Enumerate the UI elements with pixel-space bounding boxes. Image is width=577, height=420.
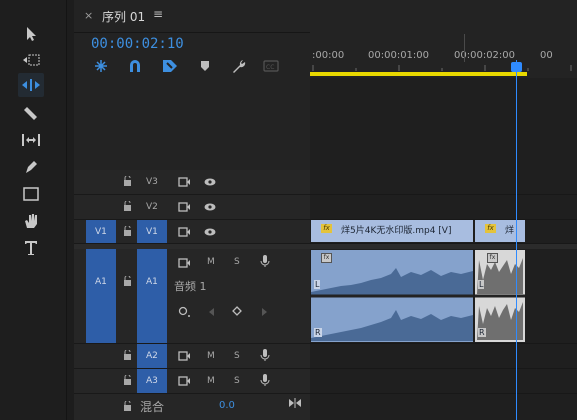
tab-bar: [74, 0, 577, 33]
lock-icon[interactable]: [123, 175, 132, 189]
track-header-a1: A1 A1 M S 音频 1: [74, 249, 310, 344]
solo-button[interactable]: S: [234, 351, 240, 361]
track-header-blank: [74, 78, 310, 170]
tab-close-button[interactable]: ×: [84, 9, 93, 22]
snap-magnet-icon[interactable]: [126, 58, 144, 74]
svg-text:CC: CC: [266, 64, 274, 71]
settings-wrench-icon[interactable]: [229, 58, 247, 74]
channel-label: R: [478, 328, 486, 337]
tab-menu-icon[interactable]: ≡: [153, 7, 163, 21]
track-lane-v2[interactable]: [310, 195, 577, 220]
pen-tool-icon[interactable]: [18, 155, 44, 179]
playhead-line[interactable]: [516, 60, 517, 420]
eye-icon[interactable]: [204, 178, 216, 189]
track-lane-a2[interactable]: [310, 344, 577, 369]
mix-label: 混合: [140, 400, 165, 414]
tab-sequence-title[interactable]: 序列 01: [102, 8, 145, 25]
fx-badge: fx: [485, 224, 496, 233]
mute-button[interactable]: M: [207, 351, 215, 361]
track-label[interactable]: V2: [146, 202, 158, 212]
hand-tool-icon[interactable]: [18, 209, 44, 233]
eye-icon[interactable]: [204, 228, 216, 239]
toggle-sync-icon[interactable]: [178, 202, 190, 215]
microphone-icon[interactable]: [260, 348, 270, 365]
track-header-v2: V2: [74, 195, 310, 220]
lock-icon[interactable]: [123, 225, 132, 239]
playhead-handle[interactable]: [511, 62, 522, 72]
lock-icon[interactable]: [123, 275, 132, 289]
toggle-sync-icon[interactable]: [178, 258, 190, 271]
track-header-mix: 混合 0.0: [74, 394, 310, 420]
rectangle-tool-icon[interactable]: [18, 182, 44, 206]
next-keyframe-icon[interactable]: [260, 307, 268, 320]
slip-tool-icon[interactable]: [18, 128, 44, 152]
previous-keyframe-icon[interactable]: [208, 307, 216, 320]
add-keyframe-icon[interactable]: [232, 306, 242, 319]
ripple-edit-tool-icon[interactable]: [18, 73, 44, 97]
clip-label: 烊5片4K无水印版.mp4 [V]: [341, 226, 452, 236]
razor-tool-icon[interactable]: [18, 101, 44, 125]
track-header-a2: A2 M S: [74, 344, 310, 369]
ruler-label: 00: [540, 50, 553, 61]
fx-badge: fx: [487, 253, 498, 263]
linked-selection-icon[interactable]: [161, 58, 179, 74]
lock-icon[interactable]: [123, 374, 132, 388]
waveform: [311, 250, 473, 342]
audio-clip[interactable]: fx L R: [475, 250, 525, 342]
channel-label: L: [314, 280, 321, 289]
ruler-marker-line: [464, 34, 465, 62]
channel-label: L: [478, 280, 485, 289]
track-select-tool-icon[interactable]: [18, 48, 44, 72]
channel-label: R: [314, 328, 322, 337]
eye-icon[interactable]: [204, 203, 216, 214]
track-header-v1: V1 V1: [74, 220, 310, 244]
track-lane-a3[interactable]: [310, 369, 577, 394]
audio-clip[interactable]: fx L R: [311, 250, 473, 342]
microphone-icon[interactable]: [260, 373, 270, 390]
toggle-sync-icon[interactable]: [178, 177, 190, 190]
type-tool-icon[interactable]: [18, 236, 44, 260]
captions-icon[interactable]: CC: [262, 58, 280, 74]
fx-badge: fx: [321, 253, 332, 263]
lock-icon[interactable]: [123, 200, 132, 214]
toggle-sync-icon[interactable]: [178, 376, 190, 389]
mute-button[interactable]: M: [207, 376, 215, 386]
track-header-a3: A3 M S: [74, 369, 310, 394]
toggle-sync-icon[interactable]: [178, 227, 190, 240]
video-clip[interactable]: fx 烊5片4K无水印版.mp4 [V]: [311, 220, 473, 242]
track-lane-v3[interactable]: [310, 170, 577, 195]
toggle-sync-icon[interactable]: [178, 351, 190, 364]
track-target-a1[interactable]: A1: [137, 249, 167, 343]
track-target-v1[interactable]: V1: [137, 220, 167, 243]
track-lane-mix[interactable]: [310, 394, 577, 420]
keyframe-toggle-icon[interactable]: [178, 306, 192, 321]
solo-button[interactable]: S: [234, 257, 240, 267]
solo-button[interactable]: S: [234, 376, 240, 386]
fx-badge: fx: [321, 224, 332, 233]
mix-volume-value[interactable]: 0.0: [219, 400, 235, 411]
source-patch-v1[interactable]: V1: [86, 220, 116, 243]
mute-button[interactable]: M: [207, 257, 215, 267]
nest-sequence-icon[interactable]: [92, 58, 110, 74]
track-target-a3[interactable]: A3: [137, 369, 167, 393]
clip-label: 烊: [505, 226, 515, 236]
lock-icon[interactable]: [123, 400, 132, 414]
selection-tool-icon[interactable]: [18, 22, 44, 46]
add-marker-icon[interactable]: [196, 58, 214, 74]
video-clip[interactable]: fx 烊: [475, 220, 525, 242]
lock-icon[interactable]: [123, 349, 132, 363]
track-target-a2[interactable]: A2: [137, 344, 167, 368]
ruler-label: 00:00:01:00: [368, 50, 430, 61]
playhead-timecode[interactable]: 00:00:02:10: [91, 36, 184, 52]
work-area-bar[interactable]: [310, 72, 527, 76]
ruler-label: :00:00: [312, 50, 345, 61]
mix-transition-icon[interactable]: [288, 398, 302, 411]
microphone-icon[interactable]: [260, 254, 270, 271]
source-patch-a1[interactable]: A1: [86, 249, 116, 343]
track-header-v3: V3: [74, 170, 310, 195]
track-label[interactable]: V3: [146, 177, 158, 187]
tools-panel: [0, 0, 67, 420]
track-name[interactable]: 音频 1: [174, 278, 207, 294]
